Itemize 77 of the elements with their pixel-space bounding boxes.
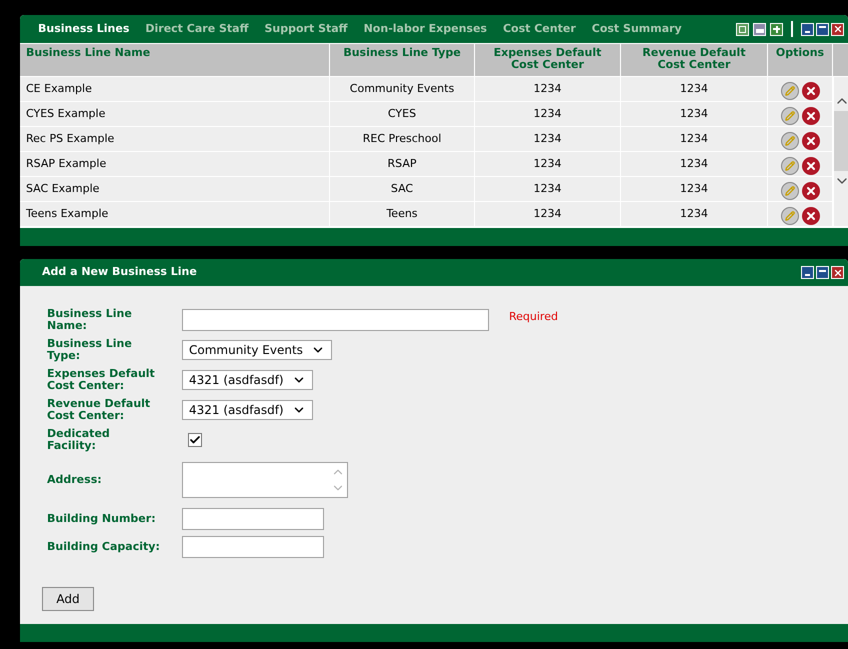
- close-icon[interactable]: [831, 22, 844, 36]
- table-cell: 1234: [475, 102, 620, 126]
- field-label: Building Capacity:: [47, 541, 161, 553]
- table-cell: 1234: [621, 127, 767, 151]
- table-cell: 1234: [475, 202, 620, 226]
- edit-icon[interactable]: [780, 156, 798, 174]
- tab[interactable]: Support Staff: [264, 20, 348, 38]
- delete-icon[interactable]: [802, 156, 820, 174]
- scrollbar[interactable]: [834, 77, 848, 226]
- text-field[interactable]: [182, 508, 324, 530]
- field-label: Dedicated Facility:: [47, 428, 111, 452]
- field-label: Business Line Type:: [47, 338, 133, 362]
- dropdown[interactable]: 4321 (asdfasdf): [182, 400, 313, 420]
- checkbox[interactable]: [188, 433, 202, 447]
- edit-icon[interactable]: [780, 182, 798, 200]
- table-cell: 1234: [621, 202, 767, 226]
- scroll-thumb[interactable]: [834, 111, 848, 171]
- table-cell: Teens Example: [20, 202, 329, 226]
- table-cell: SAC: [330, 177, 474, 201]
- tab[interactable]: Cost Center: [502, 20, 576, 38]
- delete-icon[interactable]: [802, 82, 820, 100]
- maximize-icon[interactable]: [816, 22, 829, 36]
- printer-icon[interactable]: [753, 22, 766, 36]
- column-header: Revenue Default Cost Center: [621, 44, 767, 76]
- add-button[interactable]: Add: [42, 587, 94, 611]
- column-header: Expenses Default Cost Center: [475, 44, 620, 76]
- table-cell: 1234: [621, 152, 767, 176]
- text-field[interactable]: [182, 309, 489, 331]
- edit-icon[interactable]: [780, 82, 798, 100]
- field-label: Revenue Default Cost Center:: [47, 398, 152, 422]
- column-header: Business Line Type: [330, 44, 474, 76]
- table-cell: SAC Example: [20, 177, 329, 201]
- table-cell: 1234: [621, 177, 767, 201]
- dropdown[interactable]: Community Events: [182, 340, 332, 360]
- table-cell: 1234: [475, 77, 620, 101]
- edit-icon[interactable]: [780, 132, 798, 150]
- table-cell: 1234: [475, 152, 620, 176]
- minimize-icon[interactable]: [801, 266, 814, 279]
- table-cell: Teens: [330, 202, 474, 226]
- field-label: Address:: [47, 474, 103, 486]
- table-cell: 1234: [621, 77, 767, 101]
- table-cell: Community Events: [330, 77, 474, 101]
- table-cell: RSAP Example: [20, 152, 329, 176]
- table-cell: 1234: [475, 127, 620, 151]
- table-cell: CE Example: [20, 77, 329, 101]
- table-cell: REC Preschool: [330, 127, 474, 151]
- table-cell: 1234: [475, 177, 620, 201]
- maximize-icon[interactable]: [816, 266, 829, 279]
- edit-icon[interactable]: [780, 106, 798, 124]
- field-label: Business Line Name:: [47, 308, 133, 332]
- spreadsheet-icon[interactable]: [736, 22, 749, 36]
- close-icon[interactable]: [831, 266, 844, 279]
- minimize-icon[interactable]: [801, 22, 814, 36]
- delete-icon[interactable]: [802, 106, 820, 124]
- delete-icon[interactable]: [802, 132, 820, 150]
- column-header: Business Line Name: [20, 44, 329, 76]
- dropdown[interactable]: 4321 (asdfasdf): [182, 370, 313, 390]
- tab[interactable]: Non-labor Expenses: [364, 20, 487, 38]
- add-icon[interactable]: [770, 22, 783, 36]
- field-label: Building Number:: [47, 513, 157, 525]
- table-cell: 1234: [621, 102, 767, 126]
- table-cell: RSAP: [330, 152, 474, 176]
- edit-icon[interactable]: [780, 206, 798, 224]
- text-field[interactable]: [182, 536, 324, 558]
- tab[interactable]: Direct Care Staff: [145, 20, 248, 38]
- field-label: Expenses Default Cost Center:: [47, 368, 156, 392]
- header-filler: [833, 44, 848, 76]
- panel-title: Add a New Business Line: [42, 264, 197, 280]
- delete-icon[interactable]: [802, 182, 820, 200]
- table-cell: CYES: [330, 102, 474, 126]
- delete-icon[interactable]: [802, 206, 820, 224]
- table-cell: CYES Example: [20, 102, 329, 126]
- table-cell: Rec PS Example: [20, 127, 329, 151]
- tab[interactable]: Cost Summary: [592, 20, 682, 38]
- required-note: Required: [509, 309, 558, 325]
- column-header: Options: [768, 44, 832, 76]
- tab[interactable]: Business Lines: [38, 20, 130, 38]
